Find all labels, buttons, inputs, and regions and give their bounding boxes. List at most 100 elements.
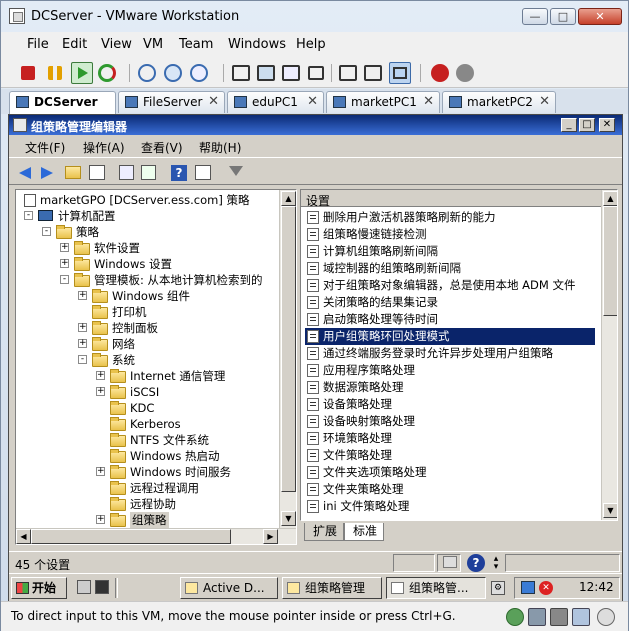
power-on-button[interactable]	[71, 62, 93, 84]
scroll-left-icon[interactable]: ◀	[16, 529, 31, 544]
list-column-header[interactable]: 设置	[301, 190, 601, 208]
tree-node[interactable]: NTFS 文件系统	[16, 432, 278, 448]
expand-icon[interactable]: +	[96, 515, 105, 524]
filter-icon[interactable]	[229, 166, 243, 176]
menu-file[interactable]: File	[27, 37, 49, 52]
scroll-down-icon[interactable]: ▼	[603, 503, 617, 518]
scroll-right-icon[interactable]: ▶	[263, 529, 278, 544]
close-tab-icon[interactable]: ✕	[423, 94, 434, 109]
setting-row[interactable]: 删除用户激活机器策略刷新的能力	[305, 209, 595, 226]
record-icon[interactable]	[431, 64, 449, 82]
tree-node[interactable]: + 组策略	[16, 512, 278, 528]
full-screen-icon[interactable]	[257, 65, 275, 81]
menu-windows[interactable]: Windows	[228, 37, 286, 52]
gpm-minimize-button[interactable]: _	[561, 118, 577, 132]
revert-snapshot-icon[interactable]	[164, 64, 182, 82]
settings-pane[interactable]: 设置 删除用户激活机器策略刷新的能力 组策略慢速链接检测 计算机组策略刷新间隔 域控制…	[300, 189, 618, 521]
setting-row[interactable]: 数据源策略处理	[305, 379, 595, 396]
setting-row[interactable]: 文件夹策略处理	[305, 481, 595, 498]
task-gp-management[interactable]: 组策略管理	[282, 577, 382, 599]
scroll-thumb[interactable]	[281, 206, 296, 492]
forward-icon[interactable]	[41, 167, 53, 179]
gpm-maximize-button[interactable]: □	[579, 118, 595, 132]
tree-node[interactable]: - 管理模板: 从本地计算机检索到的	[16, 272, 278, 288]
tree-horizontal-scrollbar[interactable]: ◀ ▶	[16, 528, 296, 544]
setting-row[interactable]: 应用程序策略处理	[305, 362, 595, 379]
settings-vertical-scrollbar[interactable]: ▲ ▼	[601, 190, 617, 520]
hard-disk-icon[interactable]	[528, 608, 546, 626]
notification-error-icon[interactable]: ✕	[539, 581, 553, 595]
setting-row[interactable]: 计算机组策略刷新间隔	[305, 243, 595, 260]
tab-extended[interactable]: 扩展	[304, 523, 344, 541]
messages-icon[interactable]	[597, 608, 615, 626]
tree-node[interactable]: Kerberos	[16, 416, 278, 432]
snapshot-manager-icon[interactable]	[190, 64, 208, 82]
expand-icon[interactable]: +	[78, 323, 87, 332]
tree-node[interactable]: + 网络	[16, 336, 278, 352]
maximize-button[interactable]: □	[550, 8, 576, 25]
ime-help-icon[interactable]: ?	[467, 554, 485, 572]
replay-icon[interactable]	[456, 64, 474, 82]
summary-view-icon[interactable]	[364, 65, 382, 81]
tree-node[interactable]: + iSCSI	[16, 384, 278, 400]
minimize-button[interactable]: —	[522, 8, 548, 25]
properties-icon[interactable]	[195, 165, 211, 180]
network-adapter-icon[interactable]	[550, 608, 568, 626]
tree-node[interactable]: - 系统	[16, 352, 278, 368]
tab-marketpc1[interactable]: marketPC1 ✕	[326, 91, 440, 113]
ime-options-icon[interactable]: ▴ ▾	[489, 555, 503, 572]
console-view-icon[interactable]	[339, 65, 357, 81]
tree-node[interactable]: Windows 热启动	[16, 448, 278, 464]
scroll-thumb[interactable]	[31, 529, 231, 544]
scroll-thumb[interactable]	[603, 206, 617, 316]
setting-row[interactable]: 文件夹选项策略处理	[305, 464, 595, 481]
menu-team[interactable]: Team	[179, 37, 213, 52]
setting-row[interactable]: 通过终端服务登录时允许异步处理用户组策略	[305, 345, 595, 362]
scroll-up-icon[interactable]: ▲	[281, 191, 296, 206]
setting-row[interactable]: 用户组策略环回处理模式	[305, 328, 595, 345]
setting-row[interactable]: 环境策略处理	[305, 430, 595, 447]
setting-row[interactable]: 设备映射策略处理	[305, 413, 595, 430]
usb-icon[interactable]	[572, 608, 590, 626]
setting-row[interactable]: 文件策略处理	[305, 447, 595, 464]
expand-icon[interactable]: +	[96, 371, 105, 380]
gpm-menu-file[interactable]: 文件(F)	[25, 139, 65, 156]
powershell-icon[interactable]	[95, 580, 109, 594]
close-tab-icon[interactable]: ✕	[208, 94, 219, 109]
collapse-icon[interactable]: -	[78, 355, 87, 364]
task-active-directory[interactable]: Active D...	[180, 577, 278, 599]
tree-node[interactable]: + Internet 通信管理	[16, 368, 278, 384]
menu-edit[interactable]: Edit	[62, 37, 87, 52]
unity-icon[interactable]	[308, 66, 324, 80]
menu-vm[interactable]: VM	[143, 37, 163, 52]
tree-node[interactable]: + Windows 时间服务	[16, 464, 278, 480]
suspend-icon[interactable]	[48, 66, 62, 80]
tree-pane[interactable]: marketGPO [DCServer.ess.com] 策略 - 计算机配置 - 策略…	[15, 189, 297, 545]
close-tab-icon[interactable]: ✕	[307, 94, 318, 109]
gpm-menu-help[interactable]: 帮助(H)	[199, 139, 241, 156]
tree-node[interactable]: - 策略	[16, 224, 278, 240]
collapse-icon[interactable]: -	[24, 211, 33, 220]
network-icon[interactable]	[521, 581, 535, 594]
show-tree-icon[interactable]	[89, 165, 105, 180]
expand-icon[interactable]: +	[96, 467, 105, 476]
gpm-close-button[interactable]: ✕	[599, 118, 615, 132]
help-icon[interactable]: ?	[171, 165, 187, 181]
setting-row[interactable]: 设备策略处理	[305, 396, 595, 413]
setting-row[interactable]: 组策略慢速链接检测	[305, 226, 595, 243]
menu-help[interactable]: Help	[296, 37, 326, 52]
tree-node[interactable]: 打印机	[16, 304, 278, 320]
back-icon[interactable]	[19, 167, 31, 179]
setting-row[interactable]: 对于组策略对象编辑器，总是使用本地 ADM 文件	[305, 277, 595, 294]
tree-node[interactable]: + Windows 组件	[16, 288, 278, 304]
expand-icon[interactable]: +	[78, 339, 87, 348]
snapshot-icon[interactable]	[138, 64, 156, 82]
expand-icon[interactable]: +	[78, 291, 87, 300]
export-list-icon[interactable]	[141, 165, 156, 180]
gpm-menu-action[interactable]: 操作(A)	[83, 139, 125, 156]
tree-vertical-scrollbar[interactable]: ▲ ▼	[279, 190, 296, 528]
setting-row[interactable]: 域控制器的组策略刷新间隔	[305, 260, 595, 277]
reset-icon[interactable]	[98, 64, 116, 82]
task-gp-editor[interactable]: 组策略管...	[386, 577, 486, 599]
tree-node[interactable]: 远程协助	[16, 496, 278, 512]
